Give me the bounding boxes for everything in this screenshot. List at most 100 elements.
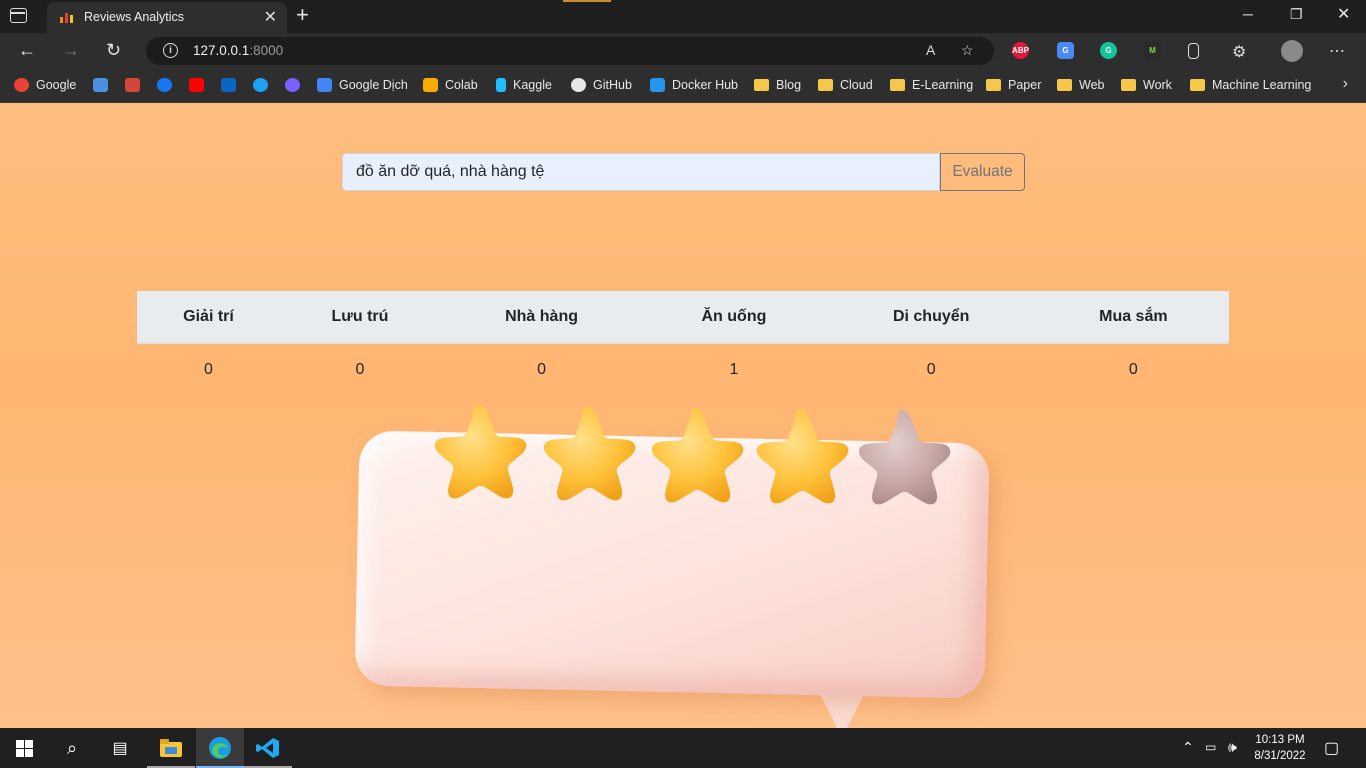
adblock-extension-icon[interactable]: ABP — [1012, 42, 1029, 59]
folder-icon — [1121, 79, 1136, 91]
bookmark-folder-web[interactable]: Web — [1057, 77, 1104, 93]
gmail-icon — [125, 78, 140, 92]
value-di-chuyen: 0 — [926, 361, 936, 378]
favorite-star-icon[interactable]: ☆ — [961, 42, 974, 59]
url-host: 127.0.0.1 — [193, 43, 250, 58]
header-di-chuyen: Di chuyển — [824, 291, 1038, 344]
bookmark-github[interactable]: GitHub — [571, 77, 632, 93]
phone-icon[interactable] — [1188, 43, 1199, 59]
system-clock[interactable]: 10:13 PM 8/31/2022 — [1250, 732, 1310, 764]
table-row: 0 0 0 1 0 0 — [137, 343, 1229, 396]
tab-bar-accent — [563, 0, 611, 2]
bookmark-folder-machine-learning[interactable]: Machine Learning — [1190, 77, 1311, 93]
minimize-icon[interactable]: ─ — [1243, 6, 1253, 22]
bookmark-folder-work[interactable]: Work — [1121, 77, 1172, 93]
bookmarks-bar: Google Google Dịch Colab Kaggle GitHub D… — [0, 69, 1366, 103]
header-mua-sam: Mua sắm — [1037, 291, 1229, 344]
folder-icon — [890, 79, 905, 91]
colab-icon — [423, 78, 438, 92]
bookmark-folder-paper[interactable]: Paper — [986, 77, 1041, 93]
folder-icon — [754, 79, 769, 91]
star-filled-icon — [426, 398, 530, 502]
review-input-group: Evaluate — [342, 153, 1025, 191]
folder-icon — [986, 79, 1001, 91]
restore-icon[interactable]: ❐ — [1290, 6, 1303, 23]
bookmark-twitter[interactable] — [253, 77, 275, 93]
translate-extension-icon[interactable]: G — [1057, 42, 1074, 59]
bookmark-docker-hub[interactable]: Docker Hub — [650, 77, 738, 93]
battery-icon[interactable]: ▭ — [1205, 740, 1216, 754]
clock-date: 8/31/2022 — [1254, 750, 1306, 762]
file-explorer-icon[interactable] — [147, 728, 195, 768]
tab-actions-icon[interactable] — [10, 8, 27, 23]
edge-browser-icon[interactable] — [196, 728, 244, 768]
review-text-input[interactable] — [342, 153, 940, 191]
results-table: Giải trí Lưu trú Nhà hàng Ăn uống Di chu… — [137, 291, 1229, 396]
reload-icon[interactable]: ↻ — [106, 40, 121, 61]
start-windows-icon[interactable] — [0, 728, 48, 768]
bookmark-icon — [285, 78, 300, 92]
grammarly-extension-icon[interactable]: G — [1100, 42, 1117, 59]
forward-icon[interactable]: → — [62, 40, 80, 61]
app-favicon-icon — [60, 13, 73, 23]
clock-time: 10:13 PM — [1255, 734, 1305, 746]
notification-icon[interactable]: ▢ — [1324, 738, 1339, 758]
extensions-icon[interactable]: ⚙ — [1232, 42, 1246, 62]
profile-avatar[interactable] — [1281, 40, 1303, 62]
folder-icon — [1190, 79, 1205, 91]
extension-icon[interactable]: M — [1144, 42, 1161, 59]
header-nha-hang: Nhà hàng — [439, 291, 644, 344]
bookmark-folder-elearning[interactable]: E-Learning — [890, 77, 973, 93]
address-bar-row: ← → ↻ i 127.0.0.1:8000 A ☆ ABP G G M ⚙ ⋯ — [0, 33, 1366, 69]
url-port: :8000 — [249, 43, 284, 58]
windows-taskbar: ⌕ ▤ ⌃ ▭ 🕪 10:13 PM 8/31/2022 ▢ — [0, 728, 1366, 768]
omnibox[interactable]: i 127.0.0.1:8000 A ☆ — [146, 37, 994, 65]
bookmark-linkedin[interactable] — [221, 77, 243, 93]
bookmark-8[interactable] — [285, 77, 307, 93]
docker-icon — [650, 78, 665, 92]
window-close-icon[interactable]: ✕ — [1337, 4, 1350, 24]
header-luu-tru: Lưu trú — [280, 291, 440, 344]
header-an-uong: Ăn uống — [643, 291, 825, 344]
google-translate-icon — [317, 78, 332, 92]
tab-title: Reviews Analytics — [84, 10, 185, 24]
bookmark-youtube[interactable] — [189, 77, 211, 93]
site-info-icon[interactable]: i — [163, 43, 178, 58]
tab-close-icon[interactable]: ✕ — [264, 7, 277, 27]
bookmark-google-translate[interactable]: Google Dịch — [317, 77, 408, 93]
evaluate-button[interactable]: Evaluate — [940, 153, 1025, 191]
bookmark-google[interactable]: Google — [14, 77, 76, 93]
bookmark-gmail[interactable] — [125, 77, 147, 93]
back-icon[interactable]: ← — [18, 40, 36, 61]
bookmark-1[interactable] — [93, 77, 115, 93]
folder-icon — [818, 79, 833, 91]
more-menu-icon[interactable]: ⋯ — [1329, 41, 1345, 61]
star-filled-icon — [535, 400, 639, 504]
vscode-icon[interactable] — [244, 728, 292, 768]
value-giai-tri: 0 — [204, 361, 213, 378]
task-view-icon[interactable]: ▤ — [96, 728, 144, 768]
github-icon — [571, 78, 586, 92]
browser-tab-bar: Reviews Analytics ✕ + ─ ❐ ✕ — [0, 0, 1366, 33]
browser-tab[interactable]: Reviews Analytics ✕ — [47, 2, 287, 33]
value-luu-tru: 0 — [355, 361, 365, 378]
read-aloud-icon[interactable]: A — [926, 42, 935, 58]
chevron-right-icon[interactable]: › — [1343, 75, 1348, 93]
twitter-icon — [253, 78, 268, 92]
url-text[interactable]: 127.0.0.1:8000 — [193, 43, 283, 58]
bookmark-kaggle[interactable]: Kaggle — [496, 77, 552, 93]
volume-icon[interactable]: 🕪 — [1228, 739, 1237, 756]
header-giai-tri: Giải trí — [137, 291, 281, 344]
bookmark-icon — [93, 78, 108, 92]
search-icon[interactable]: ⌕ — [48, 728, 96, 768]
bookmark-facebook[interactable] — [157, 77, 179, 93]
new-tab-icon[interactable]: + — [296, 2, 309, 28]
star-filled-icon — [748, 403, 852, 507]
value-mua-sam: 0 — [1128, 361, 1138, 378]
bookmark-colab[interactable]: Colab — [423, 77, 478, 93]
google-icon — [14, 78, 29, 92]
bookmark-folder-blog[interactable]: Blog — [754, 77, 801, 93]
table-header-row: Giải trí Lưu trú Nhà hàng Ăn uống Di chu… — [137, 291, 1229, 344]
bookmark-folder-cloud[interactable]: Cloud — [818, 77, 873, 93]
tray-overflow-chevron-icon[interactable]: ⌃ — [1182, 739, 1194, 756]
